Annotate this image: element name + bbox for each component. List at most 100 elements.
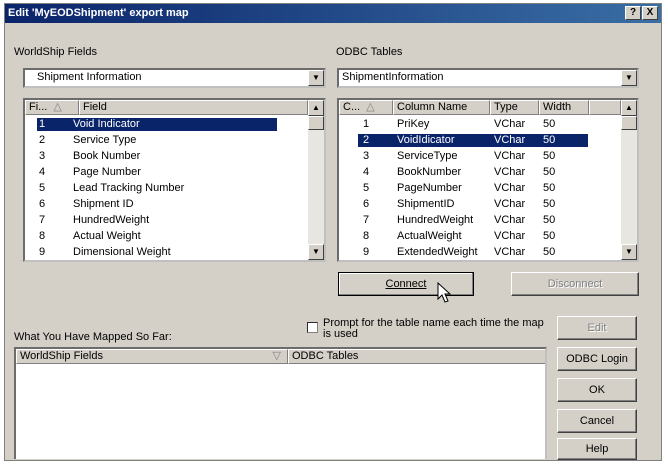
edit-button[interactable]: Edit [557, 316, 637, 340]
odbc-table-select[interactable]: ShipmentInformation ▼ [337, 68, 639, 88]
worldship-row[interactable]: 4 Page Number [25, 166, 308, 179]
scroll-down-icon[interactable]: ▼ [308, 244, 324, 260]
ok-button[interactable]: OK [557, 378, 637, 402]
odbc-cell-type: VChar [494, 214, 526, 226]
worldship-row[interactable]: 5 Lead Tracking Number [25, 182, 308, 195]
worldship-cell-num: 3 [39, 150, 46, 162]
odbc-row[interactable]: 2 VoidIdicator VChar 50 [339, 134, 622, 147]
odbc-cell-width: 50 [543, 118, 556, 130]
scroll-up-icon[interactable]: ▲ [621, 100, 637, 116]
close-icon[interactable]: X [642, 6, 658, 20]
scroll-thumb[interactable] [308, 116, 324, 130]
worldship-fields-label: WorldShip Fields [14, 46, 97, 58]
worldship-cell-name: Lead Tracking Number [73, 182, 185, 194]
odbc-columns-list[interactable]: C... △ Column Name Type Width 1 PriKey VCha… [337, 98, 639, 262]
odbc-row[interactable]: 3 ServiceType VChar 50 [339, 150, 622, 163]
odbc-cell-type: VChar [494, 198, 526, 210]
worldship-cell-name: Page Number [73, 166, 141, 178]
worldship-cell-num: 6 [39, 198, 46, 210]
col-header-mapped-worldship[interactable]: WorldShip Fields ▽ [16, 349, 288, 364]
help-button[interactable]: Help [557, 438, 637, 460]
scroll-up-icon[interactable]: ▲ [308, 100, 324, 116]
odbc-row[interactable]: 4 BookNumber VChar 50 [339, 166, 622, 179]
odbc-cell-type: VChar [494, 230, 526, 242]
odbc-cell-num: 6 [363, 198, 370, 210]
odbc-row[interactable]: 7 HundredWeight VChar 50 [339, 214, 622, 227]
worldship-row[interactable]: 6 Shipment ID [25, 198, 308, 211]
odbc-cell-type: VChar [494, 182, 526, 194]
export-map-dialog: Edit 'MyEODShipment' export map ? X Worl… [4, 3, 662, 461]
scroll-down-icon[interactable]: ▼ [621, 244, 637, 260]
worldship-category-select[interactable]: Shipment Information ▼ [23, 68, 326, 88]
prompt-table-name-checkbox[interactable] [307, 322, 318, 333]
odbc-cell-num: 2 [363, 134, 370, 146]
worldship-cell-name: Dimensional Weight [73, 246, 171, 258]
worldship-row[interactable]: 8 Actual Weight [25, 230, 308, 243]
odbc-cell-width: 50 [543, 182, 556, 194]
odbc-cell-name: BookNumber [397, 166, 462, 178]
odbc-cell-width: 50 [543, 246, 556, 258]
cancel-button[interactable]: Cancel [557, 409, 637, 433]
worldship-cell-name: Void Indicator [73, 118, 140, 130]
odbc-row[interactable]: 5 PageNumber VChar 50 [339, 182, 622, 195]
chevron-down-icon[interactable]: ▼ [621, 70, 637, 86]
col-header-field[interactable]: Field [79, 100, 308, 115]
odbc-table-value: ShipmentInformation [342, 71, 444, 83]
worldship-cell-num: 5 [39, 182, 46, 194]
mapped-so-far-label: What You Have Mapped So Far: [14, 331, 172, 343]
worldship-row[interactable]: 3 Book Number [25, 150, 308, 163]
odbc-cell-name: ActualWeight [397, 230, 462, 242]
worldship-cell-num: 7 [39, 214, 46, 226]
odbc-cell-width: 50 [543, 134, 556, 146]
mapped-list[interactable]: WorldShip Fields ▽ ODBC Tables [14, 347, 547, 459]
odbc-cell-width: 50 [543, 166, 556, 178]
odbc-cell-width: 50 [543, 230, 556, 242]
col-header-width[interactable]: Width [539, 100, 589, 115]
chevron-down-icon[interactable]: ▼ [308, 70, 324, 86]
odbc-row[interactable]: 1 PriKey VChar 50 [339, 118, 622, 131]
col-header-type[interactable]: Type [490, 100, 539, 115]
col-header-column-number[interactable]: C... △ [339, 100, 393, 115]
col-header-column-name[interactable]: Column Name [393, 100, 490, 115]
odbc-row[interactable]: 6 ShipmentID VChar 50 [339, 198, 622, 211]
worldship-row[interactable]: 7 HundredWeight [25, 214, 308, 227]
odbc-cell-name: HundredWeight [397, 214, 474, 226]
odbc-login-button[interactable]: ODBC Login [557, 347, 637, 371]
col-header-field-number[interactable]: Fi... △ [25, 100, 79, 115]
connect-button[interactable]: Connect [338, 272, 474, 296]
worldship-row[interactable]: 2 Service Type [25, 134, 308, 147]
odbc-cell-num: 3 [363, 150, 370, 162]
worldship-cell-name: Shipment ID [73, 198, 134, 210]
disconnect-button[interactable]: Disconnect [511, 272, 639, 296]
worldship-fields-list[interactable]: Fi... △ Field 1 Void Indicator 2 Service Typ… [23, 98, 326, 262]
odbc-cell-width: 50 [543, 150, 556, 162]
odbc-cell-name: ShipmentID [397, 198, 455, 210]
odbc-row[interactable]: 8 ActualWeight VChar 50 [339, 230, 622, 243]
odbc-scrollbar[interactable]: ▲ ▼ [621, 100, 637, 260]
odbc-cell-type: VChar [494, 118, 526, 130]
col-header-mapped-odbc[interactable]: ODBC Tables [288, 349, 545, 364]
prompt-table-name-label: Prompt for the table name each time the … [323, 317, 544, 340]
worldship-cell-name: Book Number [73, 150, 141, 162]
odbc-cell-name: ServiceType [397, 150, 458, 162]
col-header-spacer [589, 100, 621, 115]
odbc-cell-num: 4 [363, 166, 370, 178]
odbc-cell-name: ExtendedWeight [397, 246, 478, 258]
title-bar: Edit 'MyEODShipment' export map ? X [5, 4, 661, 23]
odbc-cell-num: 1 [363, 118, 370, 130]
worldship-cell-num: 9 [39, 246, 46, 258]
scroll-thumb[interactable] [621, 116, 637, 130]
odbc-cell-num: 9 [363, 246, 370, 258]
worldship-cell-num: 4 [39, 166, 46, 178]
worldship-scrollbar[interactable]: ▲ ▼ [308, 100, 324, 260]
odbc-cell-num: 5 [363, 182, 370, 194]
help-icon[interactable]: ? [625, 6, 641, 20]
odbc-row[interactable]: 9 ExtendedWeight VChar 50 [339, 246, 622, 259]
worldship-cell-name: Service Type [73, 134, 137, 146]
worldship-cell-num: 8 [39, 230, 46, 242]
worldship-cell-num: 2 [39, 134, 46, 146]
odbc-cell-type: VChar [494, 150, 526, 162]
worldship-row[interactable]: 1 Void Indicator [25, 118, 308, 131]
odbc-cell-num: 7 [363, 214, 370, 226]
worldship-row[interactable]: 9 Dimensional Weight [25, 246, 308, 259]
